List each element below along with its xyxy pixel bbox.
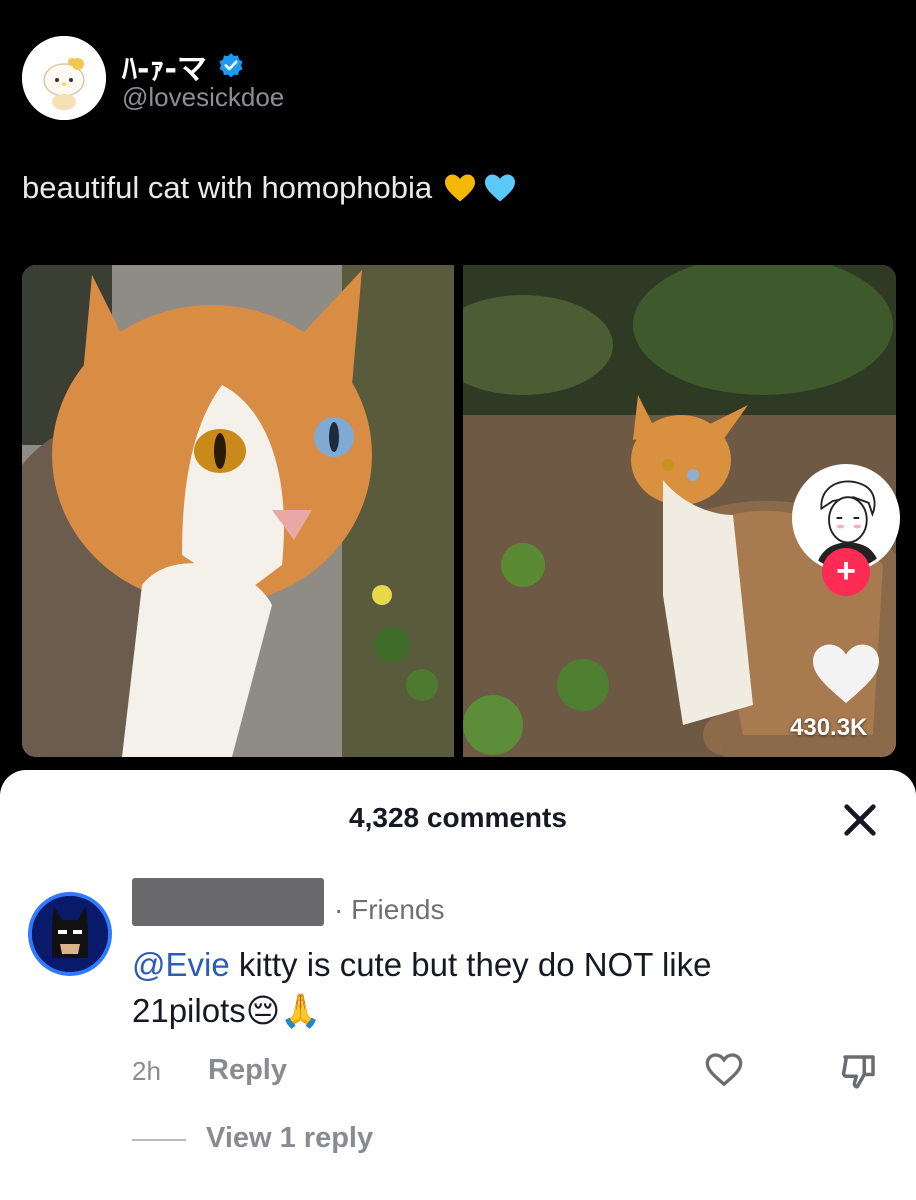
comment-like-heart-icon[interactable] xyxy=(704,1050,744,1090)
user-handle[interactable]: @lovesickdoe xyxy=(122,82,284,113)
post-text: beautiful cat with homophobia xyxy=(22,170,518,206)
cat-closeup-image xyxy=(22,265,454,757)
comment-emoji: 😔🙏 xyxy=(245,992,322,1029)
yellow-heart-icon xyxy=(445,174,476,202)
friends-tag: · Friends xyxy=(334,894,445,925)
comments-sheet: 4,328 comments · Friends @Evie kitty is … xyxy=(0,770,916,1200)
comments-count-title: 4,328 comments xyxy=(349,802,567,833)
commenter-avatar[interactable] xyxy=(28,892,112,976)
hello-kitty-avatar-icon xyxy=(22,36,106,120)
follow-button[interactable]: + xyxy=(822,548,870,596)
like-count: 430.3K xyxy=(790,714,868,741)
post-text-body: beautiful cat with homophobia xyxy=(22,170,433,205)
comment-time: 2h xyxy=(132,1056,161,1086)
verified-badge-icon xyxy=(219,53,243,78)
cat-photo-closeup[interactable] xyxy=(22,265,454,757)
reply-button[interactable]: Reply xyxy=(208,1054,287,1087)
dislike-thumbs-down-icon[interactable] xyxy=(838,1050,880,1092)
blue-heart-icon xyxy=(485,174,516,202)
comment-mention[interactable]: @Evie xyxy=(132,946,230,983)
profile-avatar[interactable] xyxy=(22,36,106,120)
heart-emojis xyxy=(442,170,518,206)
redacted-username xyxy=(132,878,324,926)
close-icon[interactable] xyxy=(840,800,880,840)
replies-divider xyxy=(132,1139,186,1141)
comment-body: @Evie kitty is cute but they do NOT like… xyxy=(132,942,832,1034)
batman-avatar-icon xyxy=(32,896,108,972)
view-replies-button[interactable]: View 1 reply xyxy=(206,1122,373,1155)
like-heart-icon[interactable] xyxy=(810,640,882,706)
